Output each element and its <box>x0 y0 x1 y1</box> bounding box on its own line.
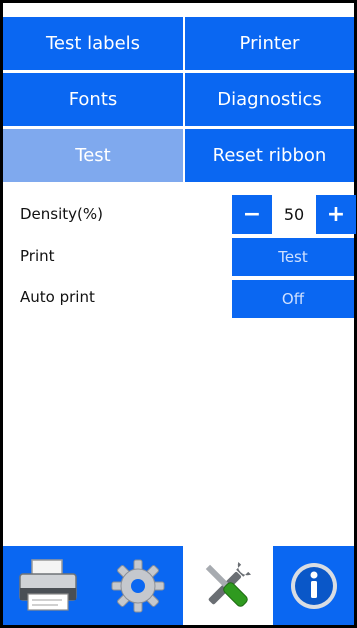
toolbar-tools-button[interactable] <box>185 546 269 625</box>
tab-test-labels[interactable]: Test labels <box>3 17 183 70</box>
tab-diagnostics[interactable]: Diagnostics <box>185 73 354 126</box>
toolbar-info-button[interactable] <box>273 546 354 625</box>
density-value: 50 <box>272 195 316 234</box>
printer-icon <box>19 558 77 611</box>
print-test-button[interactable]: Test <box>232 238 354 276</box>
density-decrease-button[interactable]: − <box>232 195 272 234</box>
auto-print-label: Auto print <box>20 288 95 306</box>
info-icon <box>290 562 337 609</box>
tab-printer[interactable]: Printer <box>185 17 354 70</box>
print-label: Print <box>20 247 55 265</box>
tools-icon <box>205 561 252 607</box>
gear-icon <box>111 559 165 612</box>
density-increase-button[interactable]: + <box>316 195 356 234</box>
tab-reset-ribbon[interactable]: Reset ribbon <box>185 129 354 182</box>
tab-fonts[interactable]: Fonts <box>3 73 183 126</box>
auto-print-toggle[interactable]: Off <box>232 280 354 318</box>
toolbar-printer-button[interactable] <box>3 546 93 625</box>
toolbar-settings-button[interactable] <box>93 546 183 625</box>
density-label: Density(%) <box>20 205 103 223</box>
tab-test[interactable]: Test <box>3 129 183 182</box>
